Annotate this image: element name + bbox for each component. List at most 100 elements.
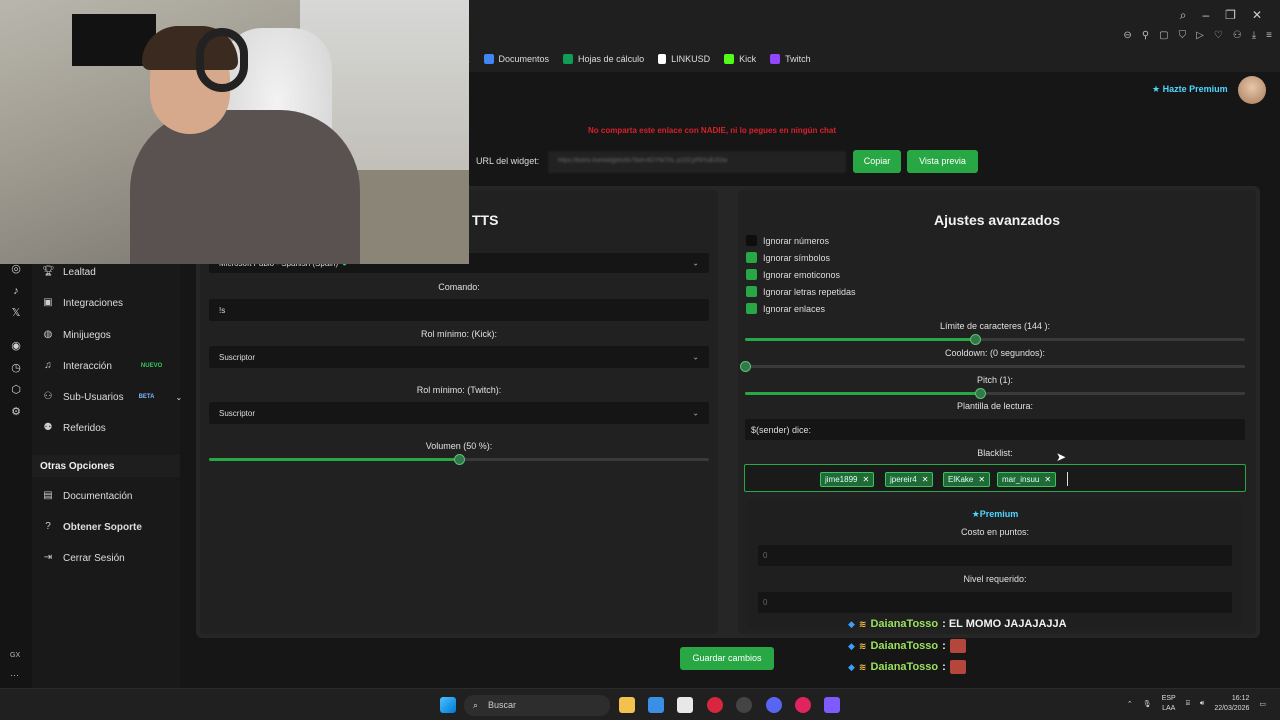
template-field[interactable]: $(sender) dice:	[745, 419, 1245, 440]
sidebar-item-referidos[interactable]: ⚉ Referidos	[42, 422, 106, 434]
zoom-icon[interactable]: ⊖	[1123, 30, 1131, 41]
remove-tag-icon[interactable]: ✕	[922, 473, 929, 486]
help-icon: ?	[45, 521, 51, 532]
twitch-role-select[interactable]: Suscriptor ⌄	[209, 402, 709, 424]
menu-icon[interactable]: ≡	[1266, 30, 1272, 41]
sidebar-item-integraciones[interactable]: ▣ Integraciones	[42, 297, 123, 309]
shield-icon[interactable]: ⛉	[1179, 30, 1187, 41]
download-icon[interactable]: ⤓	[1252, 30, 1256, 41]
chat-text: :	[942, 640, 946, 652]
taskbar-search[interactable]: ⌕ Buscar	[464, 695, 610, 716]
x-icon[interactable]: 𝕏	[9, 306, 23, 320]
sidebar-item-documentacion[interactable]: ▤ Documentación	[42, 490, 132, 502]
remove-tag-icon[interactable]: ✕	[978, 473, 985, 486]
settings-icon[interactable]: ⚙	[9, 405, 23, 419]
checkbox-label: Ignorar enlaces	[763, 303, 826, 314]
app-icon[interactable]	[824, 697, 840, 713]
close-icon[interactable]: ✕	[1252, 8, 1262, 23]
cube-icon[interactable]: ⬡	[9, 383, 23, 397]
avatar[interactable]	[1238, 76, 1266, 104]
gx-label[interactable]: GX	[10, 652, 20, 659]
maximize-icon[interactable]: ❐	[1225, 8, 1236, 23]
sidebar-item-subusuarios[interactable]: ⚇ Sub-Usuarios BETA ⌄	[42, 391, 183, 403]
cost-field[interactable]: 0	[758, 545, 1232, 566]
more-icon[interactable]: ···	[10, 670, 19, 680]
preview-button[interactable]: Vista previa	[907, 150, 978, 173]
obs-icon[interactable]	[736, 697, 752, 713]
slider-knob[interactable]	[454, 454, 465, 465]
remove-tag-icon[interactable]: ✕	[862, 473, 869, 486]
checkbox-box	[746, 286, 757, 297]
remove-tag-icon[interactable]: ✕	[1044, 473, 1051, 486]
bookmark-hojas[interactable]: Hojas de cálculo	[563, 54, 644, 64]
char-limit-slider[interactable]	[745, 334, 1245, 345]
language-indicator[interactable]: ESP LAA	[1162, 694, 1176, 714]
checkbox-ignorar-numeros[interactable]: Ignorar números	[746, 235, 829, 246]
sidebar-item-logout[interactable]: ⇥ Cerrar Sesión	[42, 552, 125, 564]
new-badge: NUEVO	[140, 363, 163, 369]
discord-icon[interactable]	[766, 697, 782, 713]
cooldown-slider[interactable]	[740, 361, 1245, 372]
windows-start-icon[interactable]	[440, 697, 456, 713]
bookmark-linkusd[interactable]: LINKUSD	[658, 54, 710, 64]
chevron-down-icon[interactable]: ⌄	[175, 393, 182, 402]
sidebar-section-title: Otras Opciones	[40, 461, 115, 472]
network-icon[interactable]: ⌸	[1186, 700, 1190, 708]
sidebar-item-interaccion[interactable]: ♫ Interacción NUEVO	[42, 360, 162, 372]
sidebar-item-soporte[interactable]: ? Obtener Soporte	[42, 521, 142, 533]
premium-badge: ★Premium	[971, 509, 1019, 519]
slider-knob[interactable]	[970, 334, 981, 345]
blacklist-tag: jpereir4 ✕	[885, 472, 934, 487]
pitch-slider[interactable]	[745, 388, 1245, 399]
history-icon[interactable]: ◷	[9, 361, 23, 375]
cooldown-label: Cooldown: (0 segundos):	[944, 348, 1046, 358]
profile-icon[interactable]: ⚇	[1233, 30, 1242, 41]
notification-icon[interactable]: ▭	[1259, 700, 1266, 708]
command-label: Comando:	[438, 282, 480, 292]
app-icon[interactable]	[795, 697, 811, 713]
emote-image	[949, 639, 966, 653]
sidebar-item-lealtad[interactable]: 🏆︎ Lealtad	[42, 266, 96, 278]
checkbox-box	[746, 252, 757, 263]
slider-knob[interactable]	[975, 388, 986, 399]
snapshot-icon[interactable]: ▢	[1159, 30, 1168, 41]
tiktok-icon[interactable]: ♪	[9, 284, 23, 298]
checkbox-label: Ignorar emoticonos	[763, 269, 841, 280]
instagram-icon[interactable]: ◎	[9, 262, 23, 276]
sidebar-item-minijuegos[interactable]: ◍ Minijuegos	[42, 329, 111, 341]
pin-icon[interactable]: ⚲	[1142, 30, 1149, 41]
save-button[interactable]: Guardar cambios	[680, 647, 774, 670]
pitch-label: Pitch (1):	[976, 375, 1013, 385]
photos-icon[interactable]	[648, 697, 664, 713]
copy-button[interactable]: Copiar	[853, 150, 901, 173]
kick-role-select[interactable]: Suscriptor ⌄	[209, 346, 709, 368]
volume-icon[interactable]: 🔊︎	[1200, 700, 1204, 708]
play-circle-icon[interactable]: ◉	[9, 339, 23, 353]
checkbox-ignorar-emoticonos[interactable]: Ignorar emoticonos	[746, 269, 840, 280]
bookmark-twitch[interactable]: Twitch	[770, 54, 811, 64]
blacklist-input[interactable]: jime1899 ✕ jpereir4 ✕ ElKake ✕ mar_insuu ✕	[744, 464, 1246, 492]
checkbox-ignorar-letras[interactable]: Ignorar letras repetidas	[746, 286, 856, 297]
search-icon[interactable]: ⌕	[1180, 8, 1187, 23]
bookmark-label: Documentos	[498, 54, 550, 64]
sidebar-item-label: Integraciones	[63, 297, 124, 309]
premium-link[interactable]: ★ Hazte Premium	[1152, 84, 1228, 95]
chevron-up-icon[interactable]: ⌃	[1127, 700, 1133, 708]
app-icon[interactable]	[677, 697, 693, 713]
file-explorer-icon[interactable]	[619, 697, 635, 713]
volume-slider[interactable]	[209, 454, 709, 465]
player-icon[interactable]: ▷	[1196, 30, 1204, 41]
clock[interactable]: 16:12 22/03/2026	[1214, 694, 1249, 714]
checkbox-ignorar-simbolos[interactable]: Ignorar símbolos	[746, 252, 830, 263]
bookmark-documentos[interactable]: Documentos	[483, 54, 550, 64]
microphone-icon[interactable]: 🎙︎	[1143, 700, 1152, 708]
minimize-icon[interactable]: –	[1202, 8, 1209, 23]
widget-url-field[interactable]: https://botrix.live/widgets/tts?bid=4GYh…	[548, 151, 846, 173]
command-field[interactable]: !s	[209, 299, 709, 321]
bookmark-kick[interactable]: Kick	[724, 54, 756, 64]
level-field[interactable]: 0	[758, 592, 1232, 613]
heart-icon[interactable]: ♡	[1214, 30, 1223, 41]
slider-knob[interactable]	[740, 361, 751, 372]
checkbox-ignorar-enlaces[interactable]: Ignorar enlaces	[746, 303, 825, 314]
opera-gx-icon[interactable]	[707, 697, 723, 713]
